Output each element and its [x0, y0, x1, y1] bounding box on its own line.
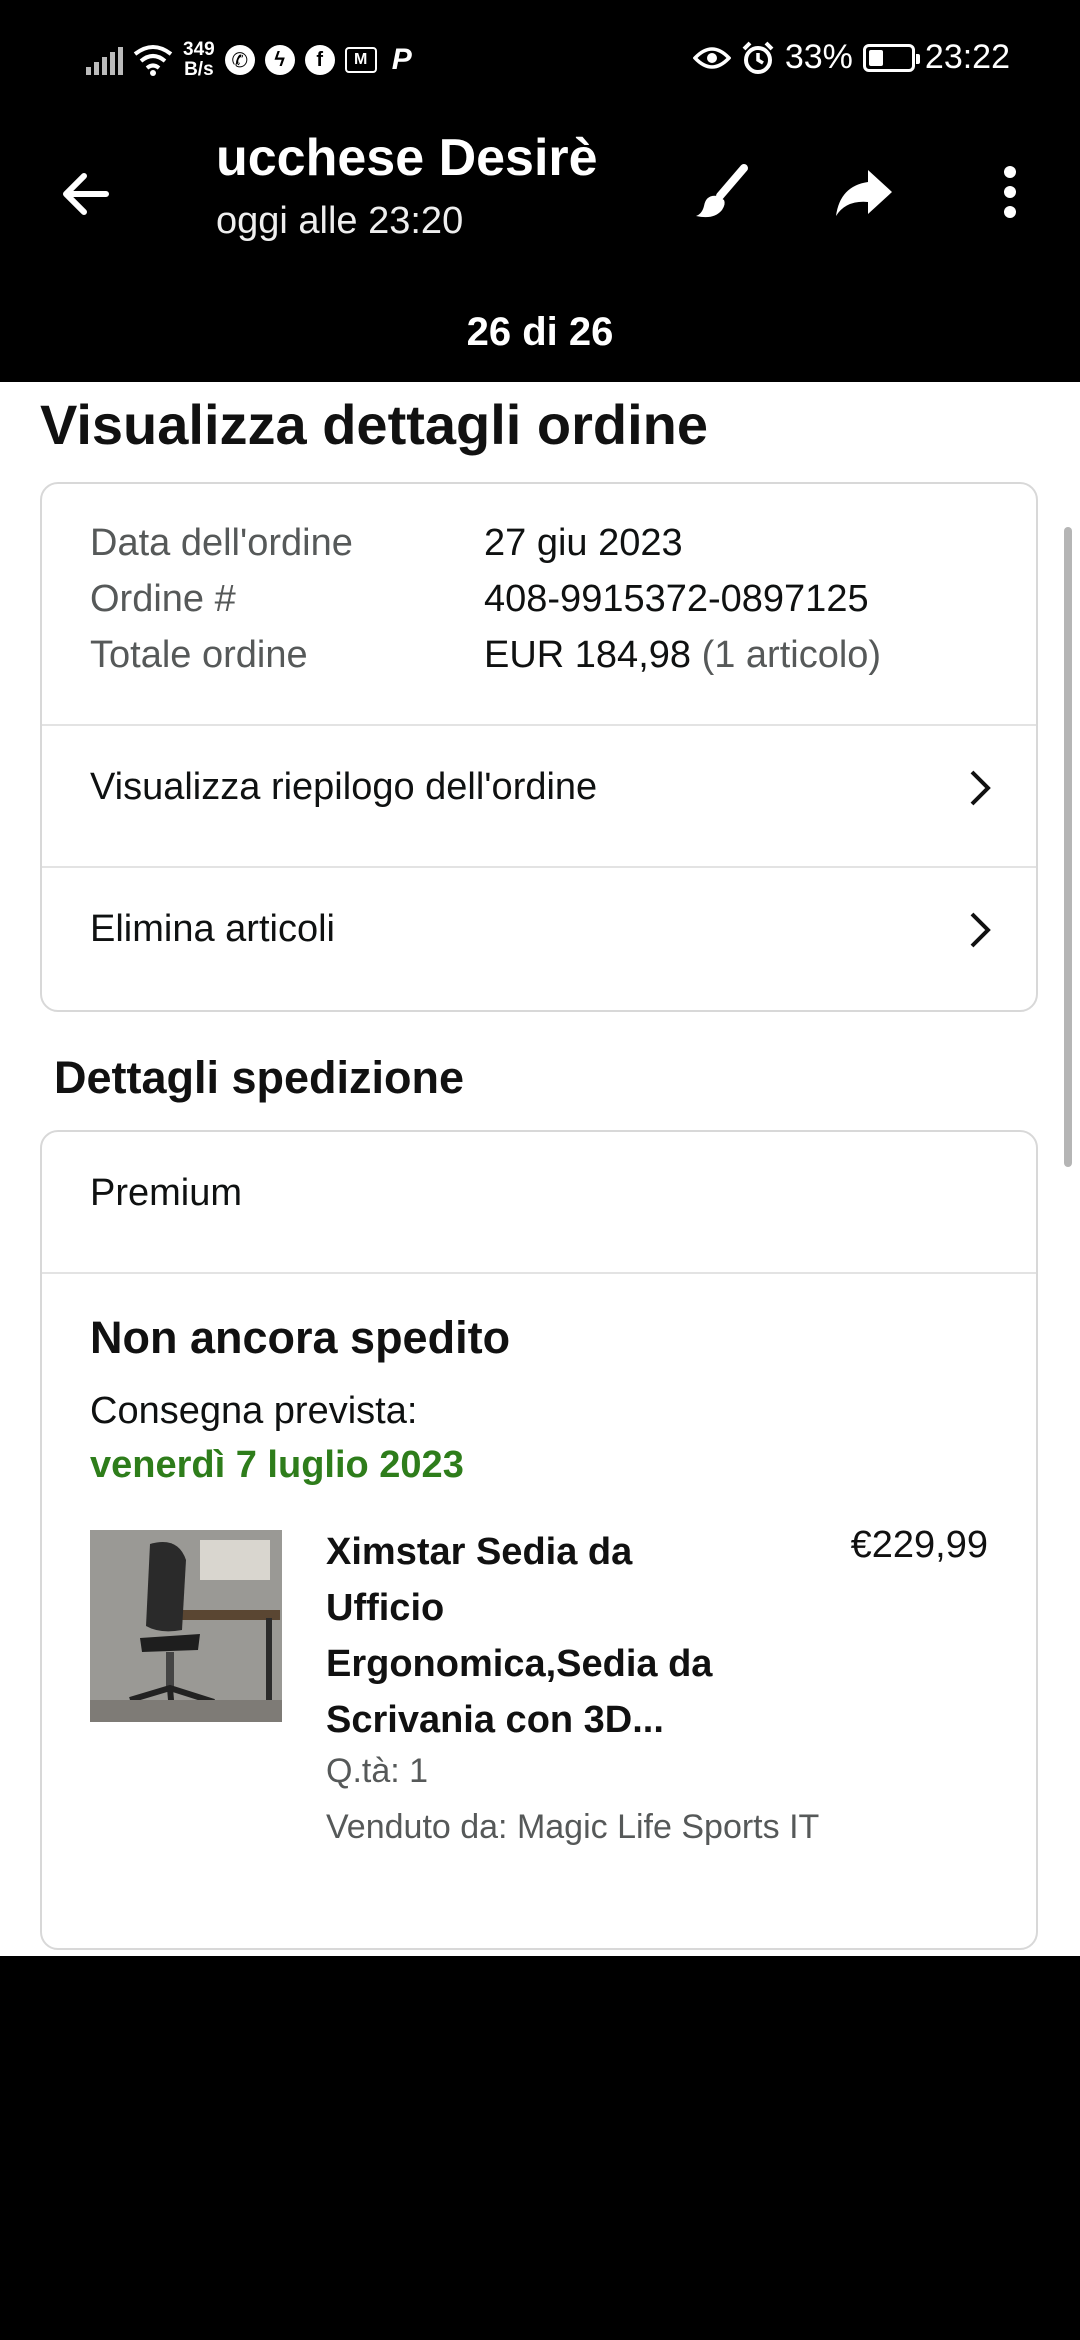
net-speed: 349 B/s [183, 39, 215, 80]
order-number-label: Ordine # [90, 578, 236, 620]
divider [42, 866, 1036, 868]
chevron-right-icon [970, 912, 991, 948]
signal-icon [86, 45, 123, 75]
messenger-icon: ϟ [264, 45, 295, 75]
product-seller: Venduto da: Magic Life Sports IT [326, 1808, 820, 1846]
order-summary-card: Data dell'ordine 27 giu 2023 Ordine # 40… [40, 482, 1038, 1012]
facebook-icon: f [304, 45, 335, 75]
battery-percent: 33% [784, 38, 853, 76]
view-order-summary-link[interactable]: Visualizza riepilogo dell'ordine [90, 766, 597, 809]
image-viewer-toolbar: ucchese Desirè oggi alle 23:20 26 di 26 [0, 120, 1080, 382]
divider [42, 1272, 1036, 1274]
order-date-label: Data dell'ordine [90, 522, 353, 564]
page-title: Visualizza dettagli ordine [40, 393, 709, 456]
message-timestamp: oggi alle 23:20 [216, 200, 464, 242]
order-number-value: 408-9915372-0897125 [484, 578, 869, 620]
order-total-value: EUR 184,98 (1 articolo) [484, 634, 882, 676]
wifi-icon [133, 45, 173, 76]
shipping-details-heading: Dettagli spedizione [54, 1052, 465, 1103]
delivery-eta-date: venerdì 7 luglio 2023 [90, 1444, 464, 1486]
delivery-eta-label: Consegna prevista: [90, 1390, 418, 1432]
order-details-screenshot: Visualizza dettagli ordine Data dell'ord… [0, 382, 1080, 1956]
scrollbar[interactable] [1064, 527, 1072, 1167]
whatsapp-icon: ✆ [224, 45, 255, 75]
order-date-value: 27 giu 2023 [484, 522, 683, 564]
edit-brush-icon[interactable] [690, 160, 754, 224]
clock: 23:22 [924, 38, 1010, 76]
eye-icon [692, 46, 731, 69]
chevron-right-icon [970, 770, 991, 806]
product-price: €229,99 [850, 1524, 988, 1566]
shipment-card: Premium Non ancora spedito Consegna prev… [40, 1130, 1038, 1950]
order-total-label: Totale ordine [90, 634, 308, 676]
more-options-icon[interactable] [978, 160, 1042, 224]
sender-name: ucchese Desirè [216, 129, 598, 187]
alarm-icon [742, 41, 774, 74]
back-arrow-icon[interactable] [56, 164, 116, 224]
product-quantity: Q.tà: 1 [326, 1752, 429, 1790]
delete-items-link[interactable]: Elimina articoli [90, 908, 335, 951]
battery-icon [862, 43, 920, 72]
shipment-status: Non ancora spedito [90, 1312, 511, 1363]
paypal-icon: P [391, 43, 412, 76]
forward-icon[interactable] [832, 160, 896, 224]
image-counter: 26 di 26 [466, 310, 614, 354]
product-thumbnail[interactable] [90, 1530, 282, 1722]
product-title[interactable]: Ximstar Sedia da Ufficio Ergonomica,Sedi… [326, 1524, 766, 1748]
gmail-icon: M [344, 47, 377, 73]
shipping-method: Premium [90, 1172, 243, 1214]
divider [42, 724, 1036, 726]
status-bar: 349 B/s ✆ ϟ f M P 33% 23:22 [0, 0, 1080, 120]
